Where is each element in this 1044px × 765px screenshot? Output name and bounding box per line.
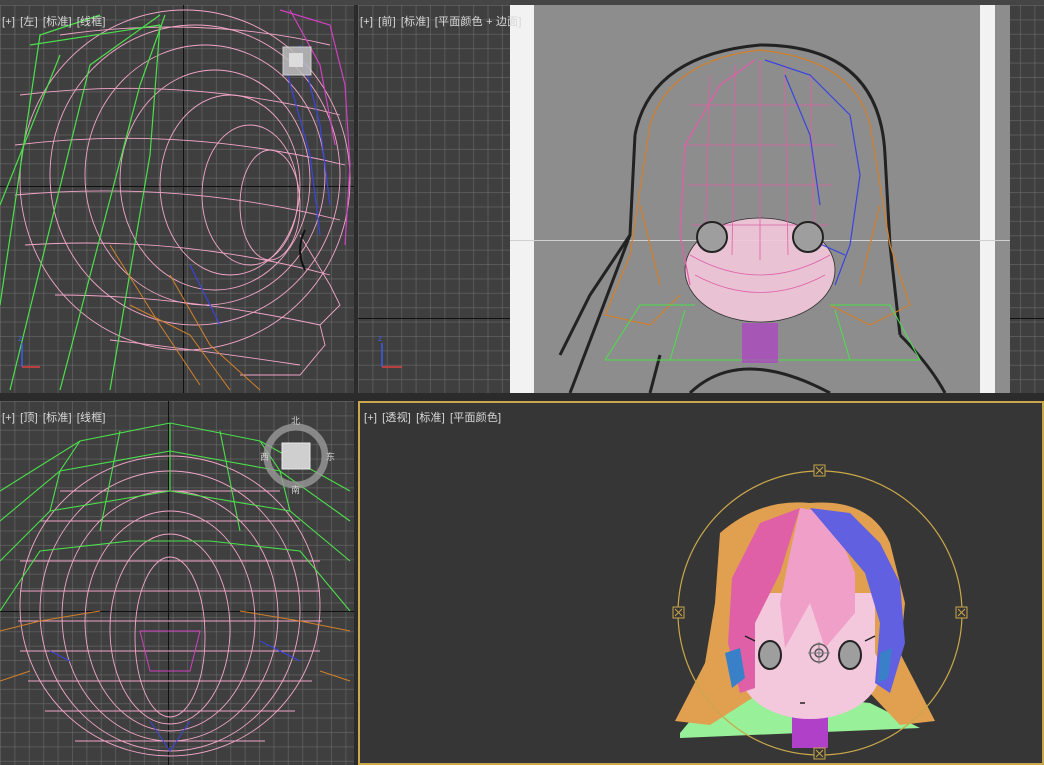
viewport-label-front[interactable]: [+] [前] [标准] [平面颜色 + 边面]: [360, 13, 527, 29]
viewport-left[interactable]: [+] [左] [标准] [线框] z: [0, 5, 354, 393]
axis-tripod-icon: z: [18, 334, 40, 368]
viewport-label-top[interactable]: [+] [顶] [标准] [线框]: [2, 409, 111, 425]
axis-tripod-icon: z: [378, 334, 402, 368]
compass-west: 西: [260, 452, 269, 462]
compass-south: 南: [291, 484, 300, 495]
svg-text:z: z: [18, 334, 22, 343]
viewport-mode-label[interactable]: [平面颜色]: [450, 412, 501, 424]
svg-text:z: z: [378, 334, 382, 343]
viewport-shading-label[interactable]: [标准]: [43, 16, 72, 28]
compass-east: 东: [326, 451, 335, 462]
viewport-menu-plus[interactable]: [+]: [2, 412, 15, 424]
viewport-label-left[interactable]: [+] [左] [标准] [线框]: [2, 13, 111, 29]
viewcube-face-top: 上: [291, 450, 300, 460]
viewport-shading-label[interactable]: [标准]: [416, 412, 445, 424]
viewport-shading-label[interactable]: [标准]: [401, 16, 430, 28]
viewport-shading-label[interactable]: [标准]: [43, 412, 72, 424]
viewport-label-perspective[interactable]: [+] [透视] [标准] [平面颜色]: [364, 409, 506, 425]
compass-ring-icon[interactable]: 上 北 西 东 南: [0, 401, 354, 765]
viewport-perspective[interactable]: [+] [透视] [标准] [平面颜色]: [358, 401, 1044, 765]
viewport-view-label[interactable]: [前]: [378, 16, 396, 28]
viewport-front[interactable]: [+] [前] [标准] [平面颜色 + 边面] z: [358, 5, 1044, 393]
viewport-mode-label[interactable]: [平面颜色 + 边面]: [435, 16, 522, 28]
viewport-view-label[interactable]: [透视]: [382, 412, 411, 424]
viewport-view-label[interactable]: [顶]: [20, 412, 38, 424]
viewport-menu-plus[interactable]: [+]: [364, 412, 377, 424]
viewport-view-label[interactable]: [左]: [20, 16, 38, 28]
viewport-menu-plus[interactable]: [+]: [2, 16, 15, 28]
pivot-gizmo-icon[interactable]: [360, 403, 1044, 765]
viewport-menu-plus[interactable]: [+]: [360, 16, 373, 28]
viewport-divider-vertical[interactable]: [354, 5, 358, 765]
viewport-divider-horizontal[interactable]: [0, 393, 1044, 401]
viewport-mode-label[interactable]: [线框]: [77, 412, 106, 424]
viewport-top[interactable]: [+] [顶] [标准] [线框] 上 北 西 东 南: [0, 401, 354, 765]
compass-north: 北: [291, 416, 300, 426]
viewport-mode-label[interactable]: [线框]: [77, 16, 106, 28]
